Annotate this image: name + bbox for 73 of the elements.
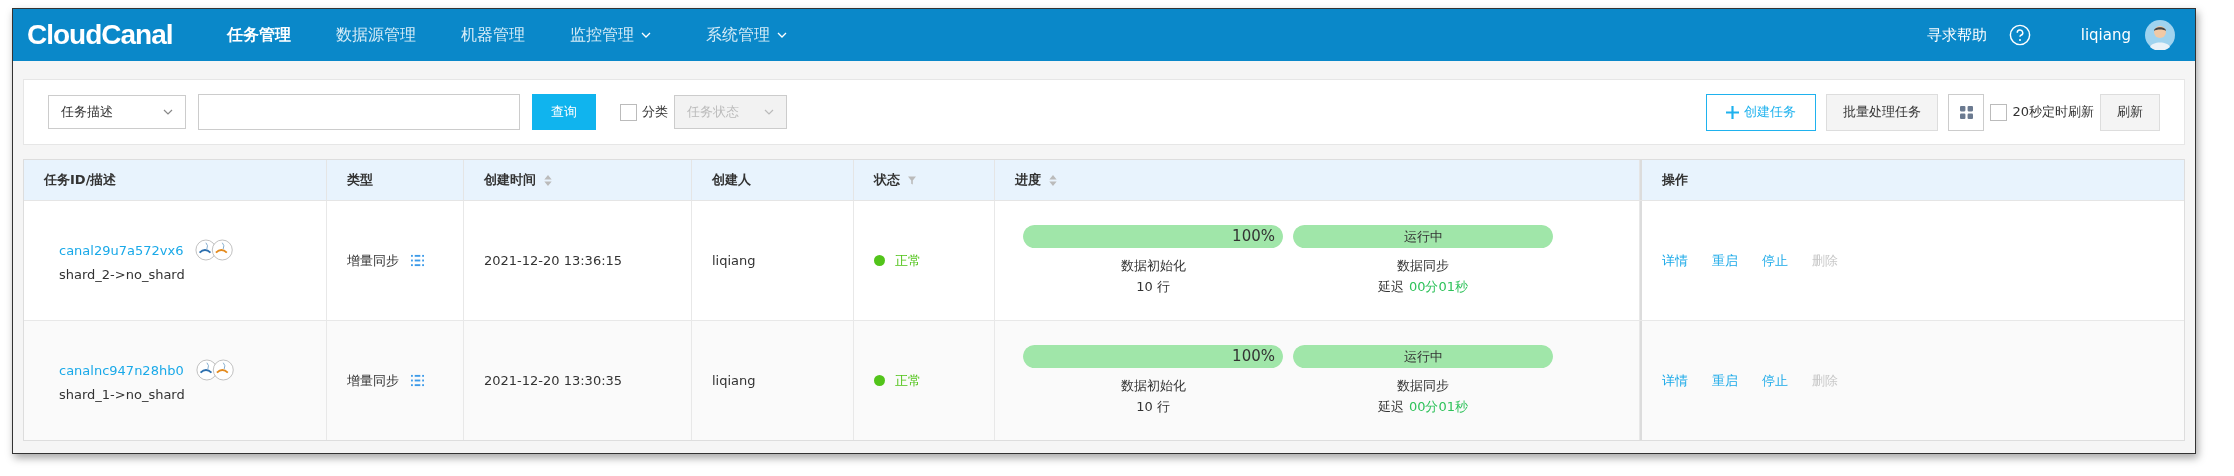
action-link[interactable]: 停止 bbox=[1762, 371, 1788, 390]
filter-icon[interactable] bbox=[908, 174, 916, 186]
auto-refresh-checkbox[interactable] bbox=[1990, 103, 2008, 121]
progress-status: 运行中 bbox=[1402, 228, 1444, 246]
delay-value: 00分01秒 bbox=[1408, 398, 1469, 416]
column-header: 创建时间 bbox=[484, 171, 536, 189]
created-time: 2021-12-20 13:36:15 bbox=[484, 253, 623, 268]
task-id-link[interactable]: canal29u7a572vx6 bbox=[59, 242, 184, 258]
column-header: 创建人 bbox=[712, 171, 751, 189]
task-description: shard_1->no_shard bbox=[59, 387, 185, 402]
nav-tab[interactable]: 机器管理 bbox=[461, 24, 525, 46]
help-link[interactable]: 寻求帮助 bbox=[1926, 25, 1987, 45]
nav-tab[interactable]: 系统管理 bbox=[706, 24, 787, 46]
delay-value: 00分01秒 bbox=[1408, 278, 1469, 296]
logo: CloudCanal bbox=[27, 19, 174, 51]
list-icon[interactable] bbox=[411, 374, 424, 387]
created-time: 2021-12-20 13:30:35 bbox=[484, 373, 623, 388]
user-name[interactable]: liqiang bbox=[2080, 26, 2131, 44]
column-header: 进度 bbox=[1015, 171, 1041, 189]
progress-percent: 100% bbox=[1231, 226, 1276, 247]
plus-icon bbox=[1726, 105, 1740, 119]
chevron-down-icon[interactable] bbox=[777, 32, 787, 38]
creator: liqiang bbox=[712, 253, 756, 268]
grid-icon bbox=[1959, 105, 1973, 119]
database-logos-icon bbox=[195, 239, 236, 261]
chevron-down-icon[interactable] bbox=[641, 32, 651, 38]
nav-tab[interactable]: 监控管理 bbox=[570, 24, 651, 46]
create-task-button[interactable]: 创建任务 bbox=[1706, 93, 1817, 131]
action-link[interactable]: 停止 bbox=[1762, 251, 1788, 270]
task-type: 增量同步 bbox=[347, 371, 399, 390]
list-icon[interactable] bbox=[411, 254, 424, 267]
search-field[interactable] bbox=[198, 94, 520, 130]
refresh-button[interactable]: 刷新 bbox=[2100, 93, 2160, 131]
row-count: 10 行 bbox=[1136, 398, 1170, 416]
stage-label: 数据初始化 bbox=[1120, 377, 1186, 395]
task-description: shard_2->no_shard bbox=[59, 267, 185, 282]
delay-label: 延迟 bbox=[1377, 398, 1404, 416]
status-text: 正常 bbox=[895, 251, 921, 270]
grid-view-button[interactable] bbox=[1948, 93, 1985, 131]
column-header: 操作 bbox=[1662, 171, 1688, 189]
progress-percent: 100% bbox=[1231, 346, 1276, 367]
sort-icon[interactable] bbox=[544, 174, 552, 186]
task-id-link[interactable]: canalnc947n28hb0 bbox=[59, 362, 184, 378]
stage-label: 数据同步 bbox=[1397, 377, 1449, 395]
category-label: 分类 bbox=[642, 103, 668, 121]
category-checkbox[interactable] bbox=[620, 103, 637, 121]
stage-label: 数据同步 bbox=[1397, 257, 1449, 275]
progress-status: 运行中 bbox=[1402, 348, 1444, 366]
task-type: 增量同步 bbox=[347, 251, 399, 270]
avatar-icon[interactable] bbox=[2145, 20, 2175, 50]
creator: liqiang bbox=[712, 373, 756, 388]
database-logos-icon bbox=[195, 359, 236, 381]
column-header: 类型 bbox=[347, 171, 373, 189]
help-icon[interactable] bbox=[2008, 24, 2031, 46]
column-header: 任务ID/描述 bbox=[44, 171, 117, 189]
action-link[interactable]: 详情 bbox=[1662, 371, 1688, 390]
status-text: 正常 bbox=[895, 371, 921, 390]
chevron-down-icon bbox=[764, 109, 774, 115]
batch-button[interactable]: 批量处理任务 bbox=[1826, 93, 1939, 131]
action-link[interactable]: 重启 bbox=[1712, 251, 1738, 270]
row-count: 10 行 bbox=[1136, 278, 1170, 296]
chevron-down-icon bbox=[163, 109, 173, 115]
sort-icon[interactable] bbox=[1049, 174, 1057, 186]
nav-tab[interactable]: 数据源管理 bbox=[336, 24, 416, 46]
query-button[interactable]: 查询 bbox=[532, 94, 596, 130]
delay-label: 延迟 bbox=[1377, 278, 1404, 296]
action-link[interactable]: 详情 bbox=[1662, 251, 1688, 270]
nav-tab[interactable]: 任务管理 bbox=[227, 24, 291, 46]
auto-refresh-label: 20秒定时刷新 bbox=[2012, 103, 2094, 121]
stage-label: 数据初始化 bbox=[1120, 257, 1186, 275]
filter-select[interactable]: 任务描述 bbox=[48, 95, 186, 129]
column-header: 状态 bbox=[874, 171, 900, 189]
action-link[interactable]: 重启 bbox=[1712, 371, 1738, 390]
